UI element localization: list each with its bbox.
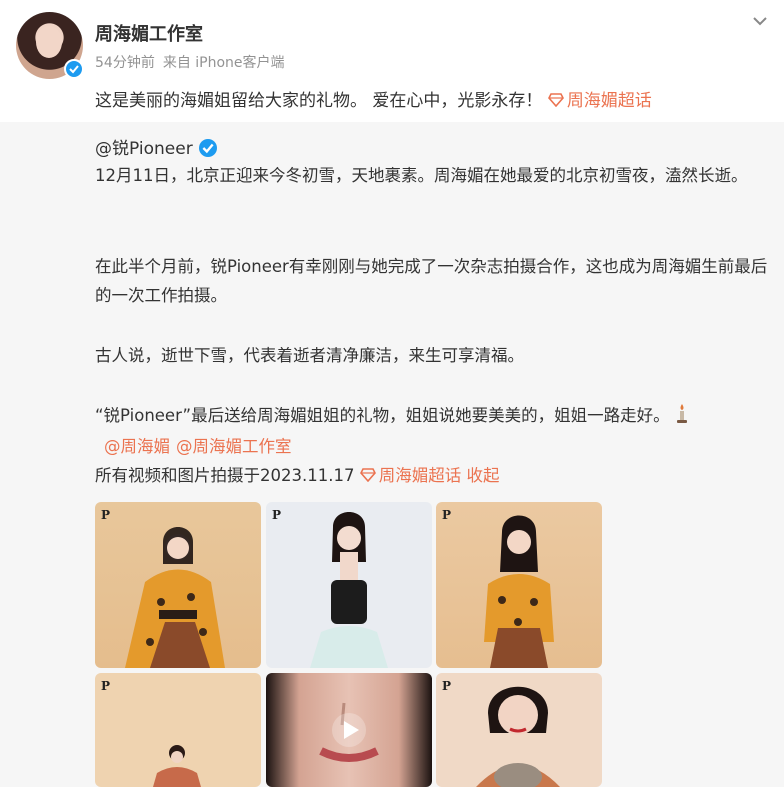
photo-2[interactable]: P [266,502,432,668]
repost-author-name[interactable]: @锐Pioneer [95,139,193,159]
mention-link-1[interactable]: @周海媚 [104,437,170,456]
repost-paragraph-2: 在此半个月前，锐Pioneer有幸刚刚与她完成了一次杂志拍摄合作，这也成为周海媚… [95,257,768,305]
photo-logo: P [442,508,452,522]
photo-4[interactable]: P [95,673,261,787]
post-source: 来自 iPhone客户端 [162,55,285,71]
collapse-link[interactable]: 收起 [466,466,499,485]
mention-link-2[interactable]: @周海媚工作室 [176,437,292,456]
repost-topic-link[interactable]: 周海媚超话 [359,466,462,485]
repost-paragraph-4-text: “锐Pioneer”最后送给周海媚姐姐的礼物，姐姐说她要美美的，姐姐一路走好。 [95,406,670,425]
photo-logo: P [272,508,282,522]
photo-5-video[interactable] [266,673,432,787]
photo-logo: P [101,679,111,693]
post-text: 这是美丽的海媚姐留给大家的礼物。 爱在心中，光影永存！ 周海媚超话 [95,86,652,111]
mention-links: @周海媚 @周海媚工作室 [104,433,298,457]
shot-date: 所有视频和图片拍摄于2023.11.17 [95,466,355,485]
photo-logo: P [442,679,452,693]
repost-paragraph-4: “锐Pioneer”最后送给周海媚姐姐的礼物，姐姐说她要美美的，姐姐一路走好。 [95,401,775,430]
repost-topic-label: 周海媚超话 [378,466,462,485]
shot-date-line: 所有视频和图片拍摄于2023.11.17 周海媚超话 收起 [95,462,499,486]
topic-icon [359,468,376,482]
post-body: 这是美丽的海媚姐留给大家的礼物。 爱在心中，光影永存！ [95,91,543,111]
photo-3[interactable]: P [436,502,602,668]
photo-1[interactable]: P [95,502,261,668]
photo-6[interactable]: P [436,673,602,787]
candle-icon [676,404,687,423]
topic-icon [547,93,564,107]
post-meta: 54分钟前 来自 iPhone客户端 [95,52,293,72]
verified-icon [198,139,217,157]
author-name[interactable]: 周海媚工作室 [95,20,203,46]
photo-logo: P [101,508,111,522]
repost-paragraph-1: 12月11日，北京正迎来今冬初雪，天地裹素。周海媚在她最爱的北京初雪夜，溘然长逝… [95,166,748,185]
topic-link[interactable]: 周海媚超话 [547,91,652,111]
repost-author[interactable]: @锐Pioneer [95,134,217,159]
chevron-down-icon[interactable] [749,10,771,32]
post-time[interactable]: 54分钟前 [95,55,155,71]
repost-paragraph-3: 古人说，逝世下雪，代表着逝者清净廉洁，来生可享清福。 [95,346,524,365]
topic-label: 周海媚超话 [566,91,652,111]
verified-icon [64,59,84,79]
play-icon[interactable] [331,712,367,748]
